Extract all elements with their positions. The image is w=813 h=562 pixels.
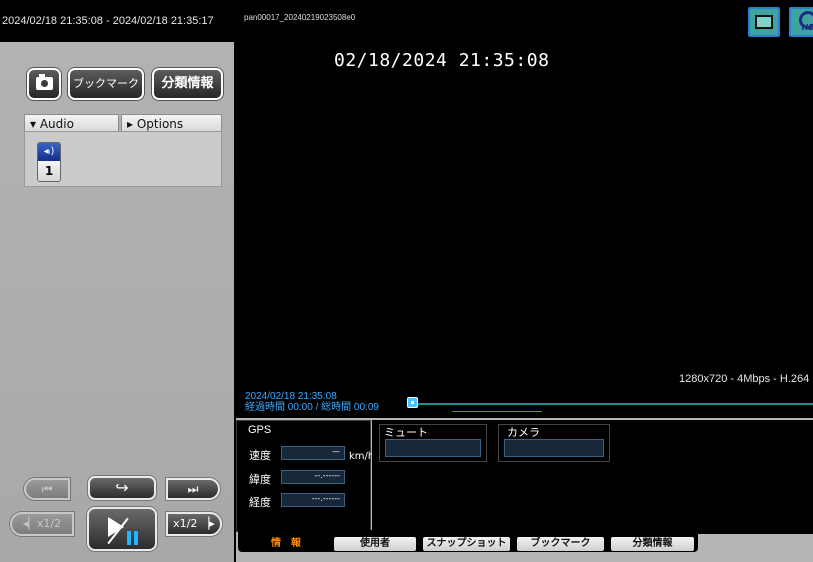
play-pause-button[interactable] <box>87 507 157 551</box>
playback-time: 2024/02/18 21:35:08 経過時間 00:00 / 総時間 00:… <box>245 391 379 413</box>
speed-value: — <box>281 446 345 460</box>
seek-handle[interactable] <box>407 397 418 408</box>
camera-id: pan00017_20240219023508e0 <box>244 13 356 22</box>
classify-button[interactable]: 分類情報 <box>152 68 223 100</box>
audio-channel-number: 1 <box>38 161 60 181</box>
elapsed-total: 経過時間 00:00 / 総時間 00:09 <box>245 402 379 413</box>
mute-group: ミュート <box>379 424 487 462</box>
audio-channel-button[interactable]: ◂ᵢ) 1 <box>37 142 61 182</box>
seek-bar[interactable] <box>412 403 813 405</box>
bottom-tabs: 情 報 使用者 スナップショット ブックマーク 分類情報 <box>238 530 813 562</box>
repeat-button[interactable]: ↪ <box>88 476 156 500</box>
next-frame-button[interactable]: ⏭ <box>166 478 220 500</box>
side-panel: 2024/02/18 21:35:08 - 2024/02/18 21:35:1… <box>0 0 236 562</box>
camera-icon <box>36 74 53 90</box>
gps-title: GPS <box>248 424 272 436</box>
longitude-label: 経度 <box>249 496 271 509</box>
gps-group: GPS 速度 — km/h 緯度 --.------ 経度 ---.------ <box>236 420 375 532</box>
snapshot-button[interactable] <box>27 68 61 100</box>
latitude-label: 緯度 <box>249 473 271 486</box>
camera-group: カメラ <box>498 424 610 462</box>
prev-frame-button[interactable]: ⏮ <box>24 478 70 500</box>
speaker-icon: ◂ᵢ) <box>38 143 60 161</box>
camera-value <box>504 439 604 457</box>
camera-title: カメラ <box>507 427 540 439</box>
tab-user[interactable]: 使用者 <box>334 537 416 551</box>
tab-options[interactable]: ▸ Options <box>121 114 222 132</box>
audio-panel: ◂ᵢ) 1 <box>24 131 222 187</box>
tab-audio[interactable]: ▾ Audio <box>24 114 119 132</box>
speed-unit: km/h <box>349 451 375 462</box>
info-detail-area: ミュート カメラ <box>372 420 813 534</box>
speed-label: 速度 <box>249 449 271 462</box>
longitude-value: ---.------ <box>281 493 345 507</box>
osd-timestamp: 02/18/2024 21:35:08 <box>334 50 550 71</box>
pause-icon <box>127 531 139 545</box>
stream-info: 1280x720 - 4Mbps - H.264 <box>679 373 810 385</box>
slow-speed-button[interactable]: ◂▏x1/2 <box>10 512 74 536</box>
latitude-value: --.------ <box>281 470 345 484</box>
buffer-indicator <box>452 411 542 412</box>
tab-bookmark[interactable]: ブックマーク <box>517 537 604 551</box>
fast-speed-button[interactable]: x1/2 ▕▸ <box>166 512 222 536</box>
bookmark-button[interactable]: ブックマーク <box>68 68 144 100</box>
tab-classify[interactable]: 分類情報 <box>611 537 694 551</box>
fit-screen-icon[interactable] <box>748 7 780 37</box>
hd-icon[interactable]: HD <box>789 7 813 37</box>
playback-datetime: 2024/02/18 21:35:08 <box>245 391 337 402</box>
mute-value <box>385 439 481 457</box>
tab-info[interactable]: 情 報 <box>247 537 325 551</box>
time-range-title: 2024/02/18 21:35:08 - 2024/02/18 21:35:1… <box>0 0 236 42</box>
video-viewport[interactable]: pan00017_20240219023508e0 02/18/2024 21:… <box>236 0 813 418</box>
mute-title: ミュート <box>384 427 428 439</box>
tab-snapshot[interactable]: スナップショット <box>423 537 510 551</box>
